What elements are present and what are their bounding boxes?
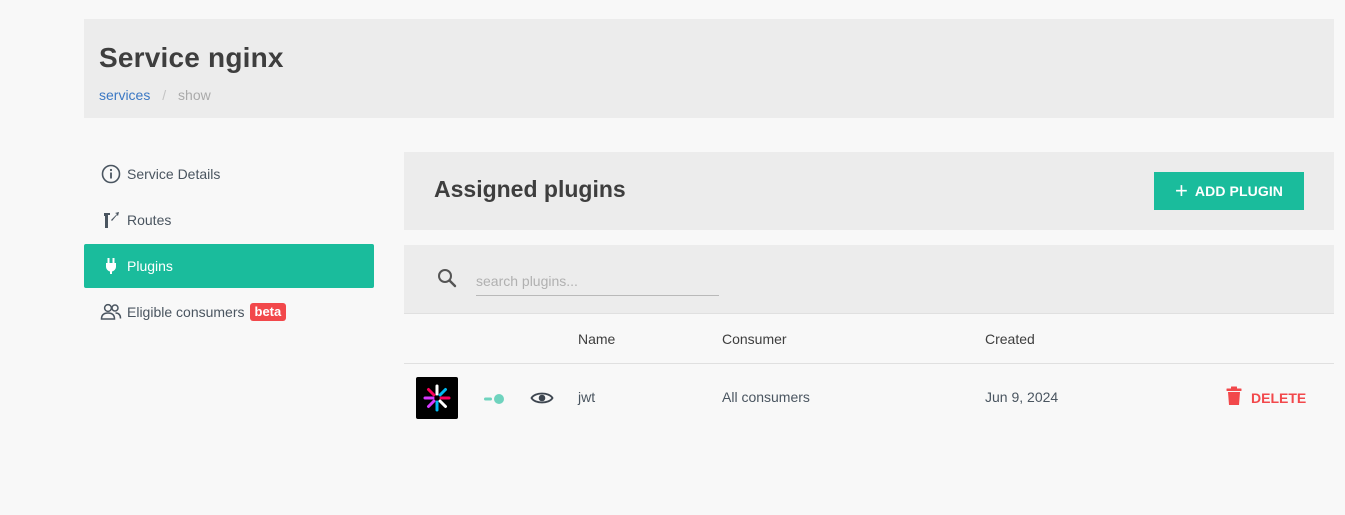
- breadcrumb: services / show: [99, 87, 211, 103]
- page-header: Service nginx services / show: [84, 19, 1334, 118]
- plugins-title: Assigned plugins: [434, 176, 626, 202]
- add-plugin-button[interactable]: + ADD PLUGIN: [1154, 172, 1304, 210]
- plugins-header: Assigned plugins + ADD PLUGIN: [404, 152, 1334, 230]
- search-bar: [404, 245, 1334, 313]
- delete-button[interactable]: DELETE: [1226, 386, 1306, 409]
- table-header: Name Consumer Created: [404, 313, 1334, 364]
- sidebar-item-label: Plugins: [127, 258, 173, 274]
- sidebar-item-label: Routes: [127, 212, 172, 228]
- users-icon: [100, 301, 122, 323]
- sidebar-item-label: Eligible consumers: [127, 304, 245, 320]
- plugins-table: Name Consumer Created jwt All consumers …: [404, 313, 1334, 432]
- add-plugin-label: ADD PLUGIN: [1194, 183, 1284, 199]
- jwt-logo-icon: [416, 377, 458, 419]
- plugin-consumer: All consumers: [722, 389, 810, 405]
- sidebar-item-plugins[interactable]: Plugins: [84, 244, 374, 288]
- toggle-enabled-icon[interactable]: [484, 392, 506, 408]
- plugin-name-link[interactable]: jwt: [578, 389, 595, 405]
- info-circle-icon: [100, 163, 122, 185]
- breadcrumb-separator: /: [162, 87, 167, 103]
- eye-icon[interactable]: [530, 390, 554, 409]
- plus-icon: +: [1174, 178, 1188, 203]
- breadcrumb-current: show: [178, 87, 211, 103]
- column-header-created: Created: [985, 331, 1035, 347]
- routes-fork-icon: [100, 209, 122, 231]
- search-input[interactable]: [476, 267, 719, 296]
- trash-icon: [1226, 386, 1242, 409]
- sidebar-item-label: Service Details: [127, 166, 221, 182]
- table-row: jwt All consumers Jun 9, 2024 DELETE: [404, 364, 1334, 432]
- plug-icon: [100, 255, 122, 277]
- delete-label: DELETE: [1251, 389, 1307, 406]
- sidebar: Service Details Routes Plugins Eligible …: [84, 152, 374, 336]
- page-title: Service nginx: [99, 42, 284, 73]
- sidebar-item-routes[interactable]: Routes: [84, 198, 374, 242]
- sidebar-item-service-details[interactable]: Service Details: [84, 152, 374, 196]
- plugin-created: Jun 9, 2024: [985, 389, 1059, 405]
- search-icon: [437, 268, 457, 293]
- column-header-consumer: Consumer: [722, 331, 787, 347]
- beta-badge: beta: [249, 303, 287, 321]
- column-header-name: Name: [578, 331, 616, 347]
- breadcrumb-services-link[interactable]: services: [99, 87, 150, 103]
- sidebar-item-eligible-consumers[interactable]: Eligible consumers beta: [84, 290, 374, 334]
